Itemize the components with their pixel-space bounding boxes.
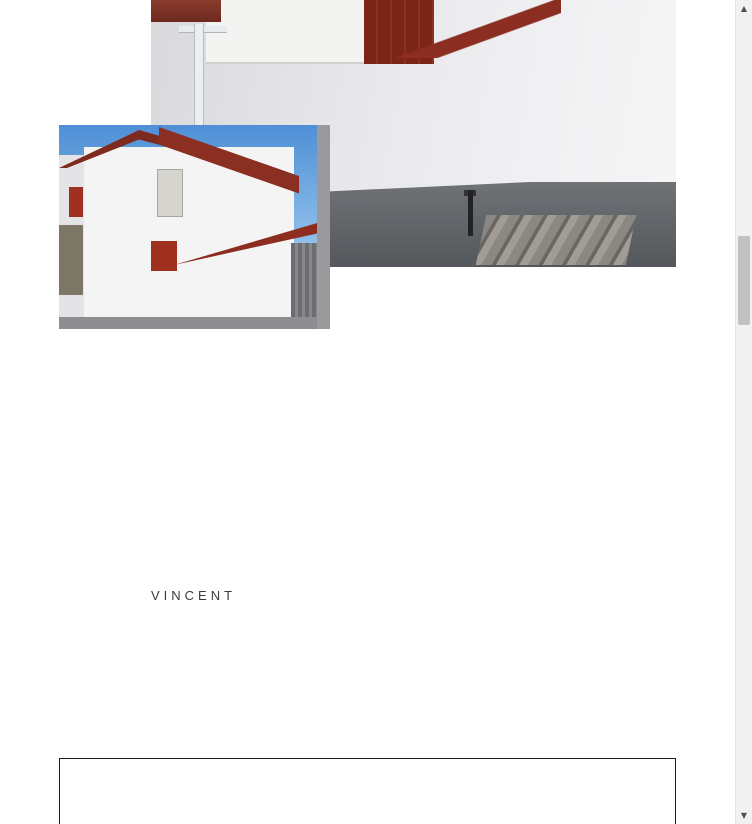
rubble-pile (475, 215, 637, 265)
testimonial-author: VINCENT (151, 588, 237, 603)
ground-strip (59, 317, 330, 329)
page-content: VINCENT (0, 0, 735, 824)
house-facade (206, 0, 366, 64)
red-railing (391, 0, 561, 58)
clothes-pole (194, 24, 204, 134)
scroll-up-icon[interactable]: ▲ (736, 0, 752, 17)
house-photo (59, 125, 330, 329)
window (157, 169, 183, 217)
red-shutter (151, 241, 177, 271)
photo-edge (317, 125, 330, 329)
content-box (59, 758, 676, 824)
red-shutter (69, 187, 83, 217)
fence (59, 225, 83, 295)
water-tap (468, 190, 473, 236)
vertical-scrollbar[interactable]: ▲ ▼ (735, 0, 752, 824)
roof-edge (151, 0, 221, 22)
scroll-down-icon[interactable]: ▼ (736, 807, 752, 824)
scroll-thumb[interactable] (738, 236, 750, 325)
